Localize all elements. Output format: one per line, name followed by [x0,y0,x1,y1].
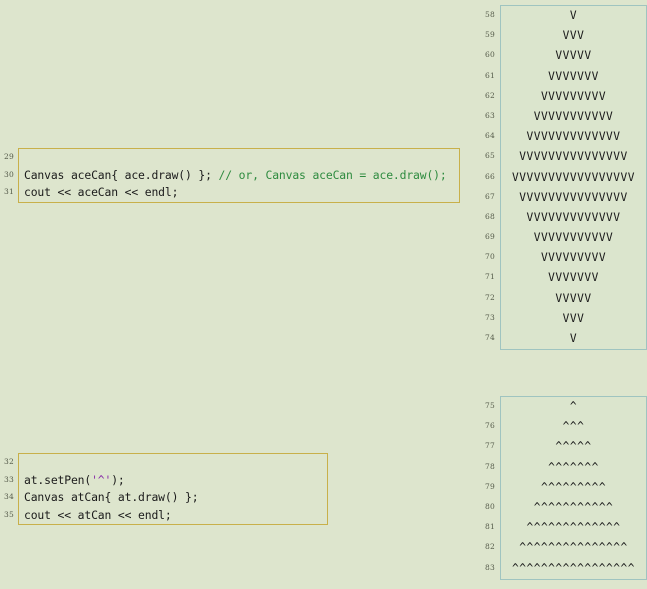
code-token-char: '^' [91,472,112,487]
code-line: cout << atCan << endl; [24,507,323,525]
code-box-at[interactable]: at.setPen('^'); Canvas atCan{ at.draw() }… [18,453,328,526]
line-number: 58 [485,10,495,19]
output-line: VVVVVVVVVVV [533,231,614,245]
output-line: V [569,9,578,22]
line-number: 82 [485,542,495,552]
line-number: 67 [485,191,495,201]
output-line: V [569,332,578,345]
line-number: 76 [485,421,495,431]
line-number: 80 [485,501,495,511]
line-number: 62 [485,90,495,100]
code-block-at: 32 33 34 35 at.setPen('^'); Canvas atCan{ at… [0,453,330,526]
line-number: 72 [485,292,495,302]
output-line: VVVVVVVVV [540,251,607,265]
output-line: VVVVVVVVVVVVVVVVV [511,170,635,184]
code-line: at.setPen('^'); [24,472,323,490]
output-line: VVVVVVVVVVV [533,109,614,123]
output-line: ^^^^^^^^^ [540,480,607,494]
output-gutter-at: 75 76 77 78 79 80 81 82 83 [478,396,500,578]
output-line: ^^^^^ [555,440,592,454]
code-token-plain: Canvas aceCan{ ace.draw() }; [24,167,219,182]
output-line: ^^^^^^^^^^^^^^^ [519,541,628,555]
output-line: ^^^^^^^^^^^ [533,500,614,514]
output-box-at[interactable]: ^ ^^^ ^^^^^ ^^^^^^^ ^^^^^^^^^ ^^^^^^^^^^^ ^^^^… [500,396,647,580]
output-line: VVVVV [555,291,592,305]
line-number: 31 [4,187,14,197]
output-panel-ace: 58 59 60 61 62 63 64 65 66 67 68 69 70 71 72 73 74 V VVV V… [478,5,647,351]
output-line: VVVVV [555,49,592,63]
code-token-comment: // or, Canvas aceCan = ace.draw(); [218,167,447,182]
line-number: 63 [485,110,495,120]
code-token-plain: at.setPen( [24,472,92,487]
output-line: ^^^^^^^^^^^^^ [526,521,621,535]
code-block-ace: 29 30 31 Canvas aceCan{ ace.draw() }; // o… [0,148,462,203]
output-line: VVVVVVVVVVVVV [526,210,621,224]
code-token-plain: ); [111,472,125,487]
output-line: VVVVVVVVVVVVVVV [519,190,628,204]
line-number: 29 [4,152,14,161]
line-number: 81 [485,522,495,532]
line-number: 69 [485,232,495,242]
line-number: 64 [485,131,495,141]
code-line: Canvas aceCan{ ace.draw() }; // or, Canv… [24,167,455,185]
output-panel-at: 75 76 77 78 79 80 81 82 83 ^ ^^^ ^^^^^ ^^^^^^^ ^^^^^… [478,396,647,580]
output-box-ace[interactable]: V VVV VVVVV VVVVVVV VVVVVVVVV VVVVVVVVVVV VVVV… [500,5,647,351]
output-line: ^^^^^^^^^^^^^^^^^ [511,561,635,575]
output-line: VVV [562,29,585,43]
line-number: 74 [485,333,495,342]
line-number: 34 [4,492,14,502]
line-number: 60 [485,50,495,60]
line-number: 71 [485,272,495,282]
output-line: ^^^ [562,420,585,434]
code-token-plain: cout << atCan << endl; [24,507,172,522]
line-number: 61 [485,70,495,80]
code-box-ace[interactable]: Canvas aceCan{ ace.draw() }; // or, Canv… [18,148,460,203]
code-token-plain: cout << aceCan << endl; [24,185,179,200]
code-token-plain: Canvas atCan{ at.draw() }; [24,490,199,505]
line-number: 59 [485,30,495,40]
output-line: ^ [569,400,578,413]
output-line: VVVVVVVVV [540,89,607,103]
line-number: 73 [485,312,495,322]
line-number: 30 [4,169,14,179]
line-number: 68 [485,211,495,221]
output-line: VVVVVVV [548,271,599,285]
line-number: 79 [485,481,495,491]
output-line: VVVVVVV [548,69,599,83]
line-number: 75 [485,401,495,410]
code-line: cout << aceCan << endl; [24,184,455,202]
output-line: ^^^^^^^ [548,460,599,474]
code-line: Canvas atCan{ at.draw() }; [24,489,323,507]
line-number: 77 [485,441,495,451]
output-line: VVVVVVVVVVVVV [526,130,621,144]
line-number: 65 [485,151,495,161]
code-gutter-at: 32 33 34 35 [0,453,18,523]
line-number: 32 [4,457,14,466]
line-number: 33 [4,474,14,484]
line-number: 35 [4,509,14,519]
line-number: 83 [485,562,495,572]
output-line: VVVVVVVVVVVVVVV [519,150,628,164]
code-gutter-ace: 29 30 31 [0,148,18,201]
line-number: 70 [485,252,495,262]
output-gutter-ace: 58 59 60 61 62 63 64 65 66 67 68 69 70 71 72 73 74 [478,5,500,348]
line-number: 66 [485,171,495,181]
output-line: VVV [562,311,585,325]
line-number: 78 [485,461,495,471]
